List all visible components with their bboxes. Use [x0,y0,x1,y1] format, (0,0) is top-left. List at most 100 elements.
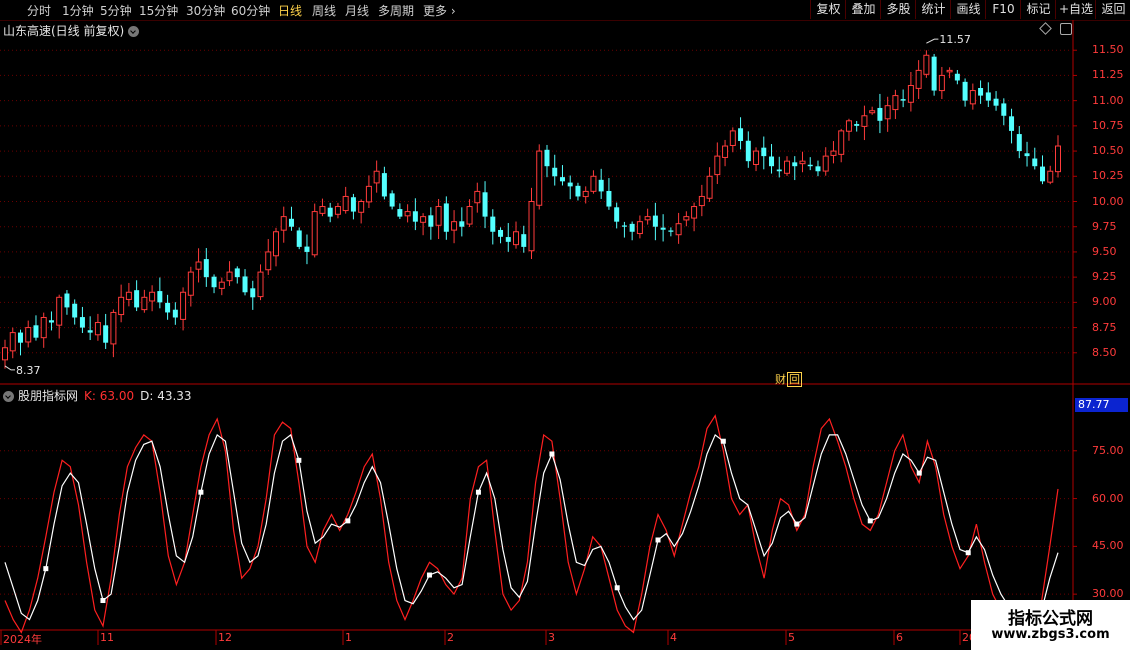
candle-body-down [745,140,751,162]
candle-body-down [575,185,581,197]
date-label: 1 [345,631,352,644]
candle-body-up [946,69,953,73]
date-label: 4 [670,631,677,644]
candle-body-up [358,201,365,213]
candle-body-down [157,291,163,303]
candle-body-up [265,251,272,271]
candle-body-up [753,150,760,165]
candle-body-up [915,69,922,89]
candle-body-down [389,193,395,207]
candle-body-up [257,271,264,298]
date-label: 6 [896,631,903,644]
candle-body-up [334,206,341,215]
candle-body-up [180,291,187,320]
candle-body-up [218,281,225,289]
candle-body-down [877,107,883,121]
low-price-label: 8.37 [16,364,41,377]
price-tick-label: 8.75 [1092,320,1117,334]
candle-body-up [272,231,279,257]
candle-body-down [250,288,256,298]
candle-body-down [792,162,798,167]
candle-body-down [900,99,906,101]
candle-body-up [513,231,520,246]
candle-body-up [25,327,32,343]
price-tick-label: 11.00 [1092,93,1124,107]
candle-body-down [660,227,666,230]
signal-marker [198,489,204,495]
price-tick-label: 10.50 [1092,144,1124,158]
signal-marker [965,550,971,556]
signal-marker [916,470,922,476]
candle-body-down [738,128,744,141]
candle-body-down [606,190,612,207]
candle-body-down [459,221,465,227]
candle-body-up [1047,170,1054,183]
candle-body-up [118,296,125,316]
candle-body-up [2,347,8,361]
candle-body-down [505,237,511,242]
candle-body-up [1055,145,1061,173]
candle-body-down [993,98,999,106]
candle-body-up [636,221,643,235]
candle-body-up [691,206,698,219]
candle-body-up [342,195,349,212]
candle-body-down [234,268,240,278]
candle-body-down [103,325,109,343]
candle-body-down [33,325,39,338]
indicator-name: 股朋指标网 [18,389,79,403]
candle-body-down [134,290,140,308]
candle-body-up [56,296,63,326]
signal-marker [475,489,481,495]
candle-body-up [907,85,914,103]
candle-body-down [769,156,775,167]
indicator-line-d [4,433,1059,627]
candle-body-down [761,147,767,157]
candle-body-up [149,291,156,302]
candle-body-up [404,211,411,217]
candle-body-down [304,246,310,252]
finance-tag[interactable]: 财回 [775,371,802,387]
candle-body-up [474,190,481,204]
chevron-down-icon[interactable] [3,391,14,402]
high-marker-pointer [926,38,939,44]
indicator-tick-label: 75.00 [1092,443,1124,457]
candle-body-up [125,291,132,300]
chart-canvas[interactable]: 11.57 8.37 [0,0,1130,650]
signal-marker [867,518,873,524]
candle-body-down [962,81,968,101]
candle-body-up [195,261,202,270]
price-tick-label: 11.50 [1092,43,1124,57]
signal-marker [426,572,432,578]
signal-marker [720,438,726,444]
candle-body-down [165,302,171,313]
candle-body-up [799,160,806,165]
candle-body-down [1024,153,1030,157]
candle-body-up [869,110,876,114]
signal-marker [549,451,555,457]
date-label: 5 [788,631,795,644]
candle-body-down [815,166,821,172]
candle-body-up [141,296,148,311]
indicator-current-value: 87.77 [1075,398,1128,412]
candle-body-up [845,120,852,132]
candle-body-down [296,230,302,247]
watermark-title: 指标公式网 [1008,609,1093,629]
candle-body-down [1040,166,1046,182]
candle-body-down [242,276,248,293]
candle-body-down [412,211,418,222]
signal-marker [655,537,661,543]
indicator-line-k [4,414,1059,634]
candle-body-down [48,320,54,323]
candle-body-down [443,203,449,232]
price-tick-label: 10.00 [1092,194,1124,208]
candle-body-up [722,145,729,158]
candle-body-up [365,185,372,203]
signal-marker [100,598,106,604]
candle-body-down [614,207,620,222]
candle-body-down [1032,158,1038,167]
candle-body-down [397,209,403,217]
candle-body-up [590,175,597,192]
candle-body-down [621,225,627,227]
candle-body-down [79,317,85,328]
candle-body-up [698,195,705,207]
